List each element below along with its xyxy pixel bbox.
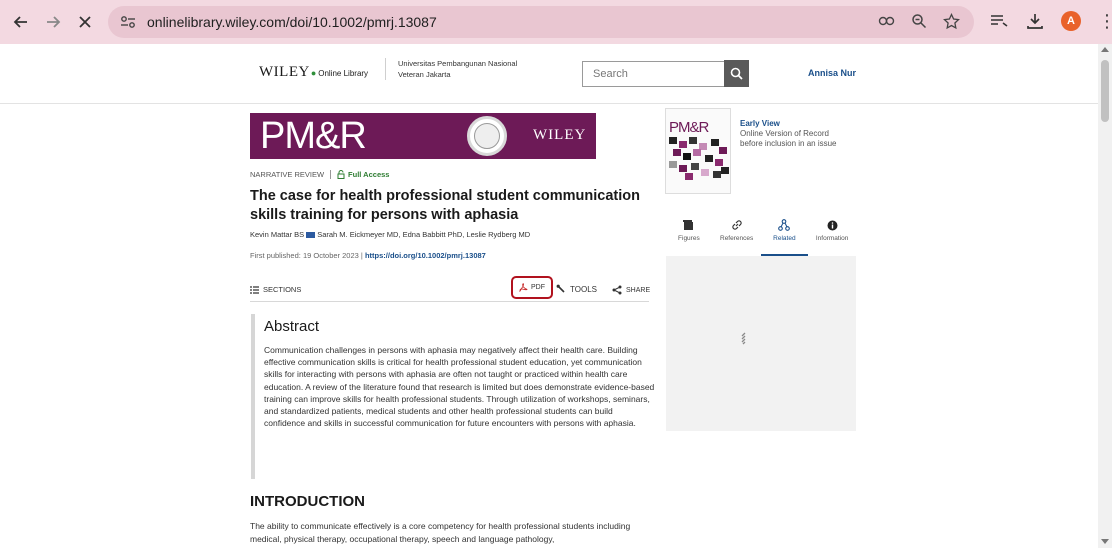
address-bar[interactable]: onlinelibrary.wiley.com/doi/10.1002/pmrj… [108,6,974,38]
reading-list-icon[interactable] [988,8,1010,34]
pdf-label: PDF [531,284,545,291]
early-view-desc-1: Online Version of Record [740,129,829,138]
download-icon[interactable] [1024,8,1046,34]
wrench-icon [556,284,565,293]
tab-references-label: References [720,235,754,242]
publisher-name: WILEY [533,127,587,143]
article-title: The case for health professional student… [250,188,640,223]
link-icon [731,219,743,231]
early-view-link[interactable]: Early View [740,119,837,129]
author-first[interactable]: Kevin Mattar BS [250,230,304,239]
journal-name: PM&R [260,115,367,157]
close-icon [79,16,91,28]
early-view-info: Early View Online Version of Record befo… [740,119,837,149]
sections-label: SECTIONS [263,285,302,294]
zoom-icon[interactable] [910,12,928,30]
browser-toolbar: onlinelibrary.wiley.com/doi/10.1002/pmrj… [0,0,1112,44]
tab-references[interactable]: References [713,219,761,256]
tools-label: TOOLS [570,284,597,294]
web-page: WILEY ● Online Library Universitas Pemba… [0,44,1098,548]
tab-related-label: Related [773,235,796,242]
info-icon [826,219,838,231]
author-rest[interactable]: Sarah M. Eickmeyer MD, Edna Babbitt PhD,… [317,230,530,239]
loading-spinner-icon [741,332,746,345]
avatar-letter: A [1061,11,1081,31]
scroll-up-arrow-icon[interactable] [1101,47,1109,52]
wiley-logo[interactable]: WILEY ● Online Library [259,64,368,81]
network-icon [778,219,791,231]
page-scrollbar[interactable] [1098,44,1112,548]
share-button[interactable]: SHARE [612,285,650,295]
doi-link[interactable]: https://doi.org/10.1002/pmrj.13087 [365,251,486,260]
sections-button[interactable]: SECTIONS [250,285,301,294]
share-label: SHARE [626,286,651,294]
user-account-link[interactable]: Annisa Nur [808,68,856,78]
institution-line-2: Veteran Jakarta [398,70,451,79]
scroll-down-arrow-icon[interactable] [1101,539,1109,544]
arrow-right-icon [47,16,61,28]
article-tools-bar: SECTIONS PDF TOOLS SHARE [250,276,650,302]
sidebar-tabs: Figures References Related Information [665,219,856,256]
pdf-button[interactable]: PDF [511,276,553,299]
publication-info: First published: 19 October 2023 | https… [250,251,486,260]
url-text[interactable]: onlinelibrary.wiley.com/doi/10.1002/pmrj… [147,14,437,30]
tools-button[interactable]: TOOLS [556,284,597,294]
scroll-thumb[interactable] [1101,60,1109,122]
article-meta: NARRATIVE REVIEW Full Access [250,170,389,179]
arrow-left-icon [13,16,27,28]
share-icon [612,285,622,295]
journal-cover-image[interactable]: PM&R [665,108,731,194]
search-input[interactable]: Search [582,61,725,87]
article-type: NARRATIVE REVIEW [250,170,325,179]
abstract-heading: Abstract [264,318,320,335]
cover-title: PM&R [669,119,709,136]
tab-information-label: Information [815,235,849,242]
forward-button[interactable] [39,8,67,36]
author-list: Kevin Mattar BS Sarah M. Eickmeyer MD, Ed… [250,230,530,239]
institution-label: Universitas Pembangunan Nasional Veteran… [385,58,517,80]
pdf-icon [519,283,528,292]
tab-information[interactable]: Information [808,219,856,256]
email-icon[interactable] [306,232,316,239]
tab-related[interactable]: Related [760,219,809,256]
figures-icon [683,219,695,231]
early-view-desc-2: before inclusion in an issue [740,139,837,148]
abstract-text: Communication challenges in persons with… [264,345,655,429]
society-seal-icon [467,116,507,156]
list-icon [250,285,259,294]
profile-avatar[interactable]: A [1060,8,1082,34]
introduction-text: The ability to communicate effectively i… [250,521,631,544]
logo-sub: Online Library [318,69,369,78]
abstract-section: Abstract Communication challenges in per… [251,314,654,479]
publish-date: First published: 19 October 2023 [250,251,359,260]
back-button[interactable] [7,8,35,36]
introduction-heading: INTRODUCTION [250,493,365,510]
tab-figures-label: Figures [678,235,700,242]
key-icon[interactable] [878,12,896,30]
cover-pattern [669,137,729,181]
logo-dot-icon: ● [310,68,317,78]
search-icon [730,67,743,80]
institution-line-1: Universitas Pembangunan Nasional [398,59,518,68]
logo-main: WILEY [259,64,310,80]
search-button[interactable] [724,60,749,87]
unlock-icon [337,170,345,179]
site-settings-icon[interactable] [119,13,137,31]
access-badge: Full Access [337,170,389,179]
tab-figures[interactable]: Figures [665,219,713,256]
more-menu-icon[interactable]: ⋮ [1096,8,1112,34]
journal-banner[interactable]: PM&R WILEY [250,113,596,159]
stop-loading-button[interactable] [71,8,99,36]
related-panel [666,256,856,431]
access-label: Full Access [348,170,390,179]
site-header: WILEY ● Online Library Universitas Pemba… [0,44,1098,104]
bookmark-star-icon[interactable] [942,12,960,30]
